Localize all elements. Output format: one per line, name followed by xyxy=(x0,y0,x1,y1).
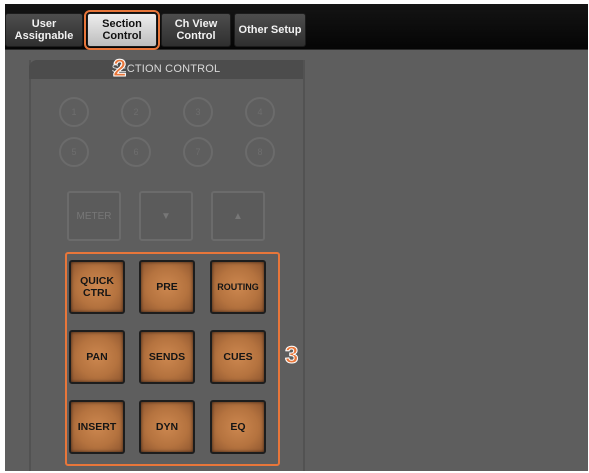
meter-button[interactable]: METER xyxy=(67,191,121,241)
callout-marker-2: 2 xyxy=(112,55,127,83)
number-button-4[interactable]: 4 xyxy=(245,97,275,127)
arrow-up-icon: ▲ xyxy=(233,210,243,222)
arrow-down-button[interactable]: ▼ xyxy=(139,191,193,241)
panel-title: SECTION CONTROL xyxy=(29,60,303,79)
app-window: User Assignable Section Control Ch View … xyxy=(5,4,588,471)
number-button-7[interactable]: 7 xyxy=(183,137,213,167)
arrow-down-icon: ▼ xyxy=(161,210,171,222)
number-button-6[interactable]: 6 xyxy=(121,137,151,167)
tab-bar: User Assignable Section Control Ch View … xyxy=(5,4,588,50)
number-button-2[interactable]: 2 xyxy=(121,97,151,127)
number-button-5[interactable]: 5 xyxy=(59,137,89,167)
number-button-8[interactable]: 8 xyxy=(245,137,275,167)
tab-other-setup[interactable]: Other Setup xyxy=(234,13,306,47)
tab-ch-view-control[interactable]: Ch View Control xyxy=(161,13,231,47)
number-button-3[interactable]: 3 xyxy=(183,97,213,127)
callout-marker-3: 3 xyxy=(284,342,299,370)
tab-section-control[interactable]: Section Control xyxy=(84,10,160,50)
section-buttons-callout xyxy=(65,252,280,466)
arrow-up-button[interactable]: ▲ xyxy=(211,191,265,241)
tab-user-assignable[interactable]: User Assignable xyxy=(5,13,83,47)
number-button-1[interactable]: 1 xyxy=(59,97,89,127)
